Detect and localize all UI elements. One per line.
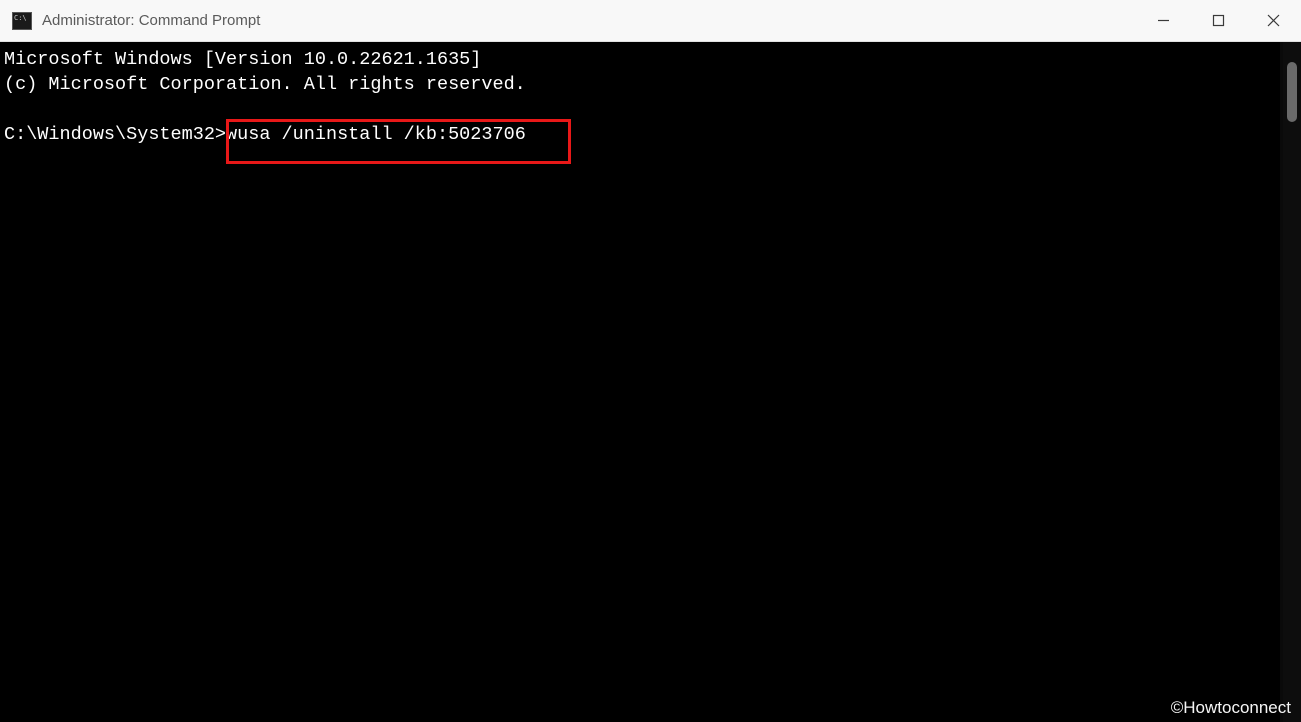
terminal[interactable]: Microsoft Windows [Version 10.0.22621.16… [0,42,1280,722]
scrollbar[interactable] [1283,42,1301,722]
titlebar: Administrator: Command Prompt [0,0,1301,42]
terminal-line: (c) Microsoft Corporation. All rights re… [4,74,526,95]
close-button[interactable] [1246,0,1301,41]
terminal-command: wusa /uninstall /kb:5023706 [226,124,526,145]
terminal-prompt: C:\Windows\System32> [4,124,226,145]
window-title: Administrator: Command Prompt [42,12,1136,29]
window-controls [1136,0,1301,41]
minimize-button[interactable] [1136,0,1191,41]
terminal-line: Microsoft Windows [Version 10.0.22621.16… [4,49,481,70]
cmd-icon [12,12,32,30]
maximize-button[interactable] [1191,0,1246,41]
scroll-thumb[interactable] [1287,62,1297,122]
watermark: ©Howtoconnect [1171,698,1291,718]
